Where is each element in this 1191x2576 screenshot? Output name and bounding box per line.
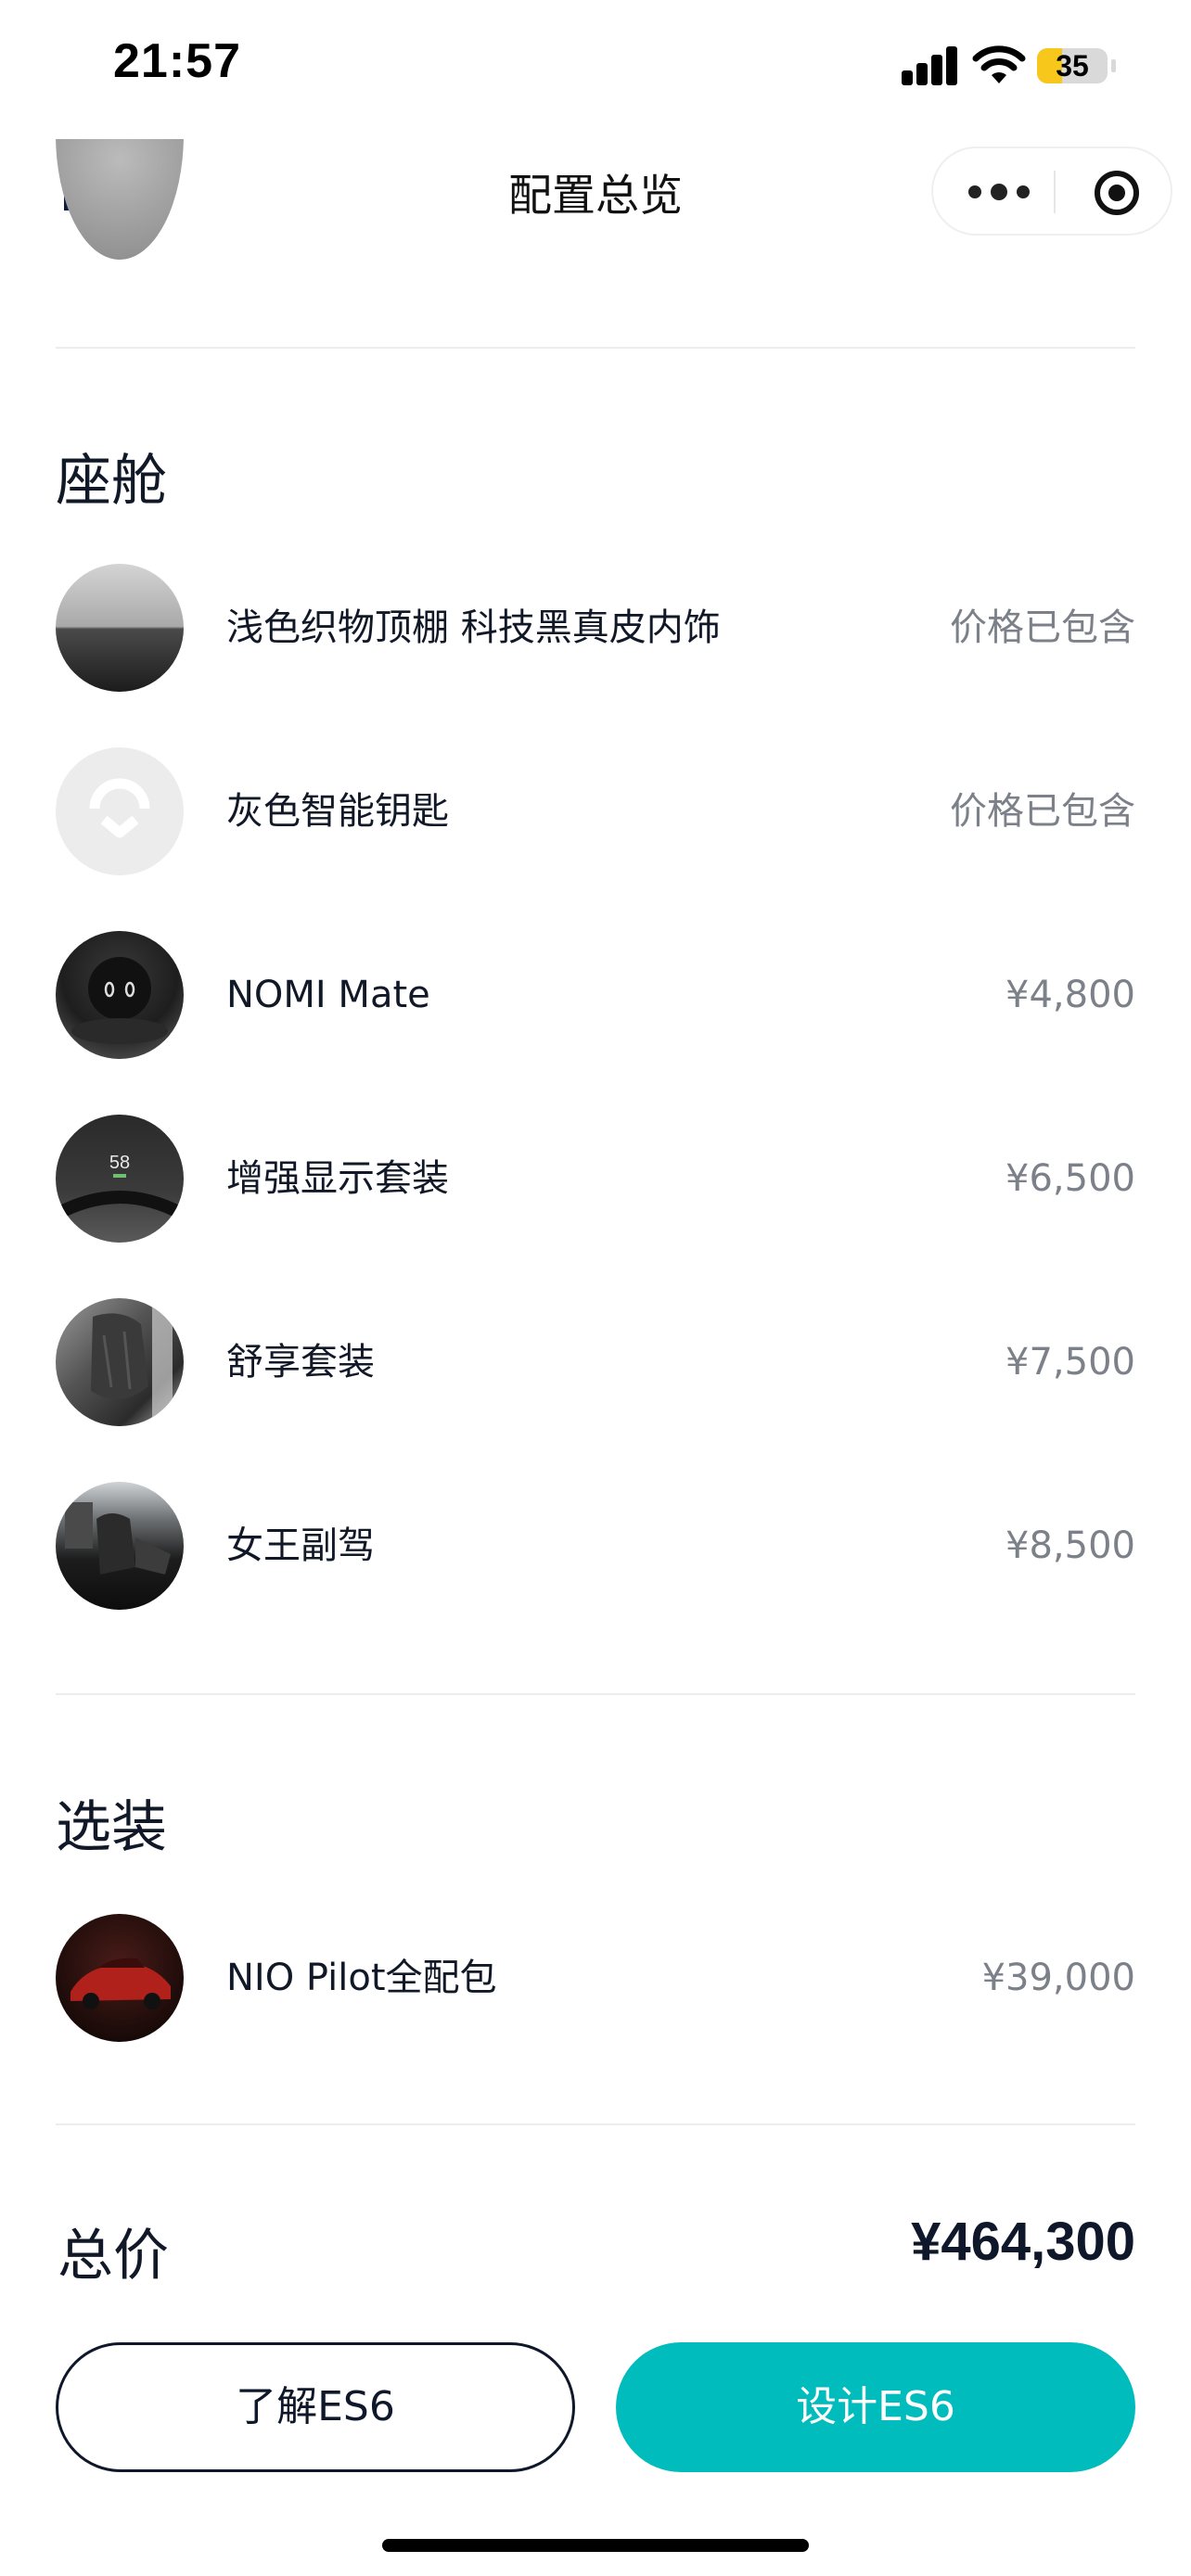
list-item: 女王副驾 ¥8,500 [56,1482,1135,1610]
list-item: NOMI Mate ¥4,800 [56,931,1135,1059]
item-label: 女王副驾 [226,1524,375,1567]
item-thumbnail [56,747,184,875]
item-price: ¥6,500 [1005,1157,1135,1200]
item-label: 增强显示套装 [226,1157,449,1200]
total-price: ¥464,300 [911,2212,1135,2272]
divider [56,347,1135,349]
divider [56,1693,1135,1695]
section-title-cabin: 座舱 [56,449,167,514]
learn-es6-button[interactable]: 了解ES6 [56,2342,575,2472]
item-thumbnail: 58 [56,1115,184,1243]
seat-graphic [91,1306,173,1417]
item-price: 价格已包含 [950,790,1135,833]
hud-graphic: 58 [56,1153,184,1221]
mini-program-capsule [931,147,1172,236]
item-thumbnail [56,1482,184,1610]
total-label: 总价 [58,2224,169,2289]
status-time: 21:57 [113,34,241,88]
item-label: 舒享套装 [226,1341,375,1384]
item-label: 浅色织物顶棚 科技黑真皮内饰 [226,606,721,649]
more-dots-icon[interactable] [968,184,1030,200]
seat-graphic [65,1502,171,1575]
list-item: 灰色智能钥匙 价格已包含 [56,747,1135,875]
item-price: 价格已包含 [950,606,1135,649]
battery-cap [1111,59,1116,72]
list-item: 58 增强显示套装 ¥6,500 [56,1115,1135,1243]
config-overview-page: 21:57 35 配置总览 座舱 浅色织物顶棚 科技黑真皮内饰 价格已包含 灰色… [0,0,1191,2576]
wifi-icon [972,45,1026,83]
divider [56,2123,1135,2125]
home-indicator[interactable] [382,2539,809,2552]
item-price: ¥8,500 [1005,1524,1135,1567]
target-icon[interactable] [1093,169,1141,217]
item-price: ¥39,000 [981,1957,1135,1999]
car-graphic [70,1958,171,2009]
nomi-face-icon [71,957,168,1044]
capsule-divider [1054,171,1056,213]
list-item: 浅色织物顶棚 科技黑真皮内饰 价格已包含 [56,564,1135,692]
item-label: NIO Pilot全配包 [226,1957,497,1999]
item-label: NOMI Mate [226,974,430,1016]
list-item: NIO Pilot全配包 ¥39,000 [56,1914,1135,2042]
section-title-options: 选装 [56,1795,167,1860]
battery-indicator: 35 [1037,48,1108,83]
list-item: 舒享套装 ¥7,500 [56,1298,1135,1426]
previous-item-thumbnail [56,139,184,261]
cellular-signal-icon [902,46,959,85]
hud-number: 58 [109,1153,130,1173]
item-thumbnail [56,1914,184,2042]
item-price: ¥7,500 [1005,1341,1135,1384]
item-thumbnail [56,931,184,1059]
item-thumbnail [56,1298,184,1426]
nio-logo-icon [89,778,150,838]
design-es6-button[interactable]: 设计ES6 [616,2342,1135,2472]
battery-level: 35 [1056,49,1089,83]
item-label: 灰色智能钥匙 [226,790,449,833]
item-price: ¥4,800 [1005,974,1135,1016]
item-thumbnail [56,564,184,692]
